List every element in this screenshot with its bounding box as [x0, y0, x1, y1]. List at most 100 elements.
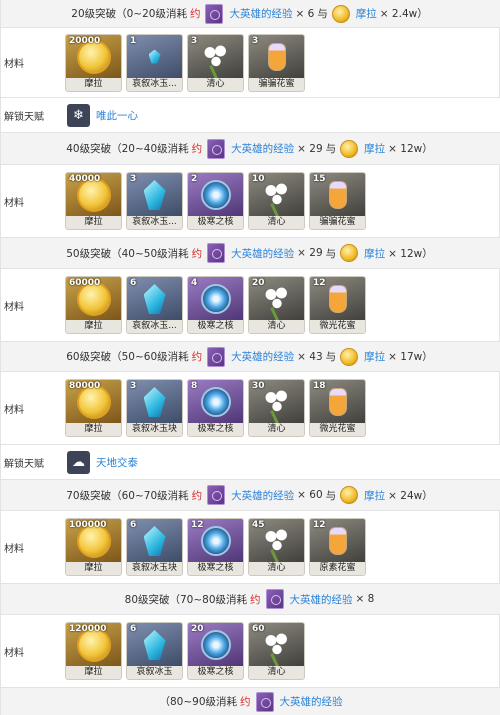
material-count: 6	[130, 520, 137, 530]
material-card-shivada-fragment[interactable]: 6 哀叙冰玉...	[126, 276, 183, 334]
hero-wit-icon	[207, 485, 226, 505]
material-card-nectar[interactable]: 18 微光花蜜	[309, 379, 366, 437]
material-count: 2	[191, 174, 198, 184]
ascension-header-50: 50级突破（40~50级消耗 约 大英雄的经验 × 29 与 摩拉 × 12w）	[1, 238, 500, 269]
and-label: 与	[325, 247, 337, 260]
hero-wit-icon	[265, 589, 284, 609]
material-count: 18	[313, 381, 326, 391]
mora-link[interactable]: 摩拉	[364, 488, 385, 503]
hero-wit-link[interactable]: 大英雄的经验	[231, 246, 294, 261]
hero-wit-link[interactable]: 大英雄的经验	[231, 488, 294, 503]
mora-icon	[340, 486, 359, 504]
material-name: 清心	[249, 666, 304, 679]
material-card-shivada-chunk[interactable]: 6 哀叙冰玉块	[126, 518, 183, 576]
mora-link[interactable]: 摩拉	[364, 349, 385, 364]
material-name: 摩拉	[66, 77, 121, 91]
material-count: 12	[313, 278, 326, 288]
hero-wit-link[interactable]: 大英雄的经验	[231, 141, 294, 156]
mora-count: × 2.4w）	[379, 8, 428, 20]
hero-wit-link[interactable]: 大英雄的经验	[229, 6, 292, 21]
material-card-nectar[interactable]: 12 原素花蜜	[309, 518, 366, 576]
material-card-mora[interactable]: 20000 摩拉	[65, 33, 122, 92]
material-name: 摩拉	[66, 562, 121, 575]
material-count: 6	[130, 624, 137, 634]
approx-label: 约	[191, 489, 203, 502]
material-card-hoarfrost-core[interactable]: 2 极寒之核	[187, 172, 244, 230]
exp-count: × 29	[297, 247, 323, 259]
approx-label: 约	[191, 351, 203, 363]
mora-icon	[331, 4, 350, 23]
header-prefix: （80~90级消耗	[159, 696, 238, 708]
material-count: 12	[191, 520, 204, 530]
materials-label: 材料	[4, 59, 24, 70]
flower-icon	[261, 630, 292, 660]
flower-icon	[261, 526, 292, 556]
material-card-qingxin[interactable]: 45 清心	[248, 518, 305, 576]
material-name: 摩拉	[66, 320, 121, 333]
material-name: 哀叙冰玉...	[127, 320, 182, 333]
material-count: 10	[252, 174, 265, 184]
materials-row-80: 材料 120000 摩拉 6 哀叙冰玉 20 极寒之核 60 清心	[1, 615, 500, 688]
material-name: 哀叙冰玉...	[127, 77, 182, 91]
exp-count: × 29	[297, 142, 323, 155]
material-count: 20	[191, 624, 204, 634]
materials-list: 120000 摩拉 6 哀叙冰玉 20 极寒之核 60 清心	[65, 622, 305, 680]
flower-icon	[261, 387, 292, 417]
material-card-mora[interactable]: 80000 摩拉	[65, 379, 122, 437]
header-prefix: 20级突破（0~20级消耗	[71, 8, 187, 20]
material-name: 极寒之核	[188, 666, 243, 679]
material-card-qingxin[interactable]: 10 清心	[248, 172, 305, 230]
material-card-mora[interactable]: 40000 摩拉	[65, 172, 122, 230]
hero-wit-icon	[207, 138, 226, 159]
material-card-shivada-fragment[interactable]: 3 哀叙冰玉...	[126, 172, 183, 230]
material-card-hoarfrost-core[interactable]: 8 极寒之核	[187, 379, 244, 437]
material-card-nectar[interactable]: 15 骗骗花蜜	[309, 172, 366, 230]
hero-wit-icon	[255, 691, 274, 712]
material-name: 哀叙冰玉...	[127, 216, 182, 229]
talent-link[interactable]: 唯此一心	[96, 108, 138, 123]
material-card-hoarfrost-core[interactable]: 4 极寒之核	[187, 276, 244, 334]
ascension-header-80: 80级突破（70~80级消耗 约 大英雄的经验 × 8	[1, 584, 500, 615]
nectar-bottle-icon	[267, 42, 286, 71]
nectar-bottle-icon	[328, 388, 347, 416]
material-card-qingxin[interactable]: 30 清心	[248, 379, 305, 437]
material-card-shivada-sliver[interactable]: 1 哀叙冰玉...	[126, 33, 183, 92]
ascension-header-70: 70级突破（60~70级消耗 约 大英雄的经验 × 60 与 摩拉 × 24w）	[1, 480, 500, 511]
material-card-qingxin[interactable]: 60 清心	[248, 622, 305, 680]
material-count: 60000	[69, 278, 101, 288]
material-name: 清心	[249, 423, 304, 436]
cloud-talent-icon: ☁	[67, 450, 90, 474]
material-card-nectar[interactable]: 3 骗骗花蜜	[248, 33, 305, 92]
material-card-qingxin[interactable]: 3 清心	[187, 33, 244, 92]
mora-link[interactable]: 摩拉	[356, 6, 377, 21]
core-icon	[200, 180, 231, 210]
mora-link[interactable]: 摩拉	[364, 246, 385, 261]
hero-wit-link[interactable]: 大英雄的经验	[290, 592, 353, 607]
unlock-talent-label: 解锁天赋	[4, 458, 44, 470]
material-card-hoarfrost-core[interactable]: 20 极寒之核	[187, 622, 244, 680]
material-count: 6	[130, 278, 137, 288]
material-count: 45	[252, 520, 265, 530]
exp-count: × 60	[297, 489, 323, 501]
mora-icon	[340, 244, 359, 262]
material-card-mora[interactable]: 120000 摩拉	[65, 622, 122, 680]
crystal-icon	[143, 387, 166, 417]
material-count: 3	[252, 35, 259, 46]
talent-link[interactable]: 天地交泰	[96, 455, 138, 470]
hero-wit-link[interactable]: 大英雄的经验	[231, 349, 294, 364]
crystal-icon	[143, 180, 166, 210]
material-card-mora[interactable]: 100000 摩拉	[65, 518, 122, 576]
material-card-hoarfrost-core[interactable]: 12 极寒之核	[187, 518, 244, 576]
material-card-shivada-chunk[interactable]: 3 哀叙冰玉块	[126, 379, 183, 437]
core-icon	[200, 387, 231, 417]
material-card-shivada-gemstone[interactable]: 6 哀叙冰玉	[126, 622, 183, 680]
mora-count: × 24w）	[388, 489, 433, 502]
mora-link[interactable]: 摩拉	[364, 141, 385, 156]
header-prefix: 40级突破（20~40级消耗	[66, 143, 189, 155]
materials-list: 20000 摩拉 1 哀叙冰玉... 3 清心 3 骗骗花蜜	[65, 33, 305, 92]
hero-wit-link[interactable]: 大英雄的经验	[280, 694, 343, 709]
material-card-qingxin[interactable]: 20 清心	[248, 276, 305, 334]
material-card-mora[interactable]: 60000 摩拉	[65, 276, 122, 334]
material-card-nectar[interactable]: 12 微光花蜜	[309, 276, 366, 334]
unlock-talent-label: 解锁天赋	[4, 111, 44, 123]
